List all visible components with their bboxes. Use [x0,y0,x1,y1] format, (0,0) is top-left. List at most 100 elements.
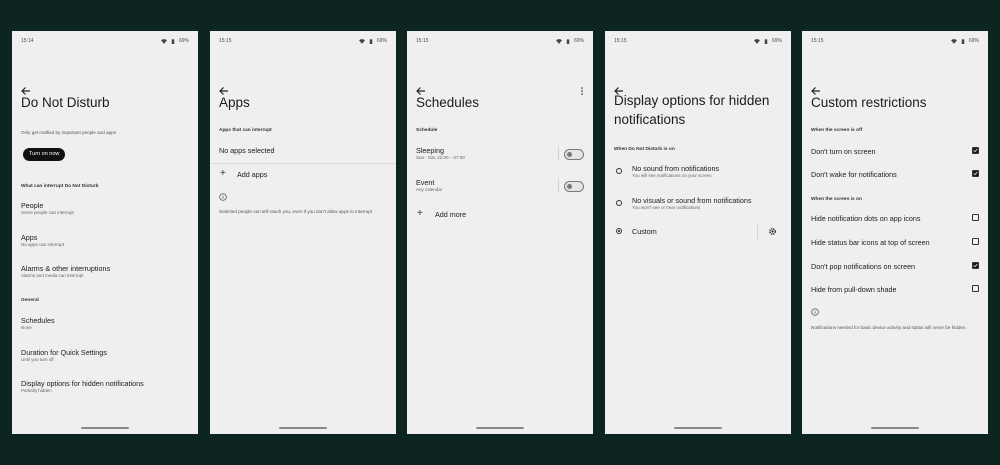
restriction-dont-pop[interactable]: Don't pop notifications on screen [811,262,979,271]
option-subtitle: You will see notifications on your scree… [632,173,712,178]
divider [210,163,396,164]
status-bar: 15:14 69% [21,38,189,46]
checkbox-dont-turn-on-screen[interactable] [972,147,979,154]
wifi-icon [160,38,167,44]
plus-icon: + [417,208,423,219]
restriction-label: Don't turn on screen [811,147,876,156]
restriction-label: Hide status bar icons at top of screen [811,238,930,247]
battery-percent: 69% [771,38,782,44]
restriction-label: Hide from pull-down shade [811,285,897,294]
setting-subtitle: No apps can interrupt [21,242,65,247]
screen-custom-restrictions: 15:15 69% Custom restrictions When the s… [802,31,988,434]
sleeping-toggle[interactable] [564,149,584,160]
section-header-interrupt: What can interrupt Do Not Disturb [21,184,99,189]
setting-title: Display options for hidden notifications [21,379,144,388]
divider [757,225,758,239]
option-title: No sound from notifications [632,164,720,173]
setting-duration[interactable]: Duration for Quick Settings Until you tu… [21,348,189,363]
restriction-hide-shade[interactable]: Hide from pull-down shade [811,285,979,294]
screen-schedules: 15:15 69% Schedules Schedule Sleeping Su… [407,31,593,434]
setting-title: People [21,201,44,210]
battery-icon [764,38,768,44]
battery-percent: 69% [376,38,387,44]
battery-icon [171,38,175,44]
gear-icon[interactable] [768,227,777,236]
battery-percent: 69% [178,38,189,44]
section-header-screen-on: When the screen is on [811,197,862,202]
option-no-visuals[interactable]: No visuals or sound from notifications Y… [632,196,782,211]
section-header-general: General [21,298,39,303]
option-title: No visuals or sound from notifications [632,196,752,205]
turn-on-now-button[interactable]: Turn on now [23,148,66,161]
page-title: Custom restrictions [811,95,927,110]
setting-alarms[interactable]: Alarms & other interruptions Alarms and … [21,264,189,279]
status-time: 15:15 [614,38,627,44]
option-custom[interactable]: Custom [632,227,782,236]
checkbox-hide-shade[interactable] [972,285,979,292]
restriction-label: Hide notification dots on app icons [811,214,921,223]
no-apps-selected: No apps selected [219,146,387,155]
setting-schedules[interactable]: Schedules None [21,316,189,331]
restriction-dont-wake[interactable]: Don't wake for notifications [811,170,979,179]
add-apps-label: Add apps [237,170,268,179]
restriction-label: Don't wake for notifications [811,170,897,179]
status-time: 15:15 [811,38,824,44]
setting-display-options[interactable]: Display options for hidden notifications… [21,379,189,394]
divider [558,147,559,161]
restriction-dont-turn-on-screen[interactable]: Don't turn on screen [811,147,979,156]
gesture-nav-bar[interactable] [476,427,524,429]
wifi-icon [358,38,365,44]
page-subtitle: Only get notified by important people an… [21,130,116,135]
battery-icon [961,38,965,44]
wifi-icon [555,38,562,44]
page-title: Display options for hidden notifications [614,93,770,127]
radio-no-visuals[interactable] [616,200,622,206]
checkbox-dont-pop[interactable] [972,262,979,269]
battery-percent: 69% [573,38,584,44]
gesture-nav-bar[interactable] [81,427,129,429]
divider [558,179,559,193]
radio-no-sound[interactable] [616,168,622,174]
section-header: Apps that can interrupt [219,128,272,133]
setting-subtitle: Until you turn off [21,357,54,362]
screen-do-not-disturb: 15:14 69% Do Not Disturb Only get notifi… [12,31,198,434]
wifi-icon [950,38,957,44]
wifi-icon [753,38,760,44]
info-note: Selected people can still reach you, eve… [219,209,373,214]
status-bar: 15:15 69% [811,38,979,46]
status-time: 15:15 [416,38,429,44]
add-more-label: Add more [435,210,467,219]
page-title: Apps [219,95,250,110]
section-header: Schedule [416,128,438,133]
event-toggle[interactable] [564,181,584,192]
battery-icon [369,38,373,44]
info-icon [811,308,819,316]
restriction-hide-dots[interactable]: Hide notification dots on app icons [811,214,979,223]
option-title: Custom [632,227,657,236]
checkbox-hide-dots[interactable] [972,214,979,221]
option-no-sound[interactable]: No sound from notifications You will see… [632,164,782,179]
gesture-nav-bar[interactable] [871,427,919,429]
status-time: 15:15 [219,38,232,44]
battery-percent: 69% [968,38,979,44]
setting-subtitle: Alarms and media can interrupt [21,273,84,278]
no-apps-label: No apps selected [219,146,275,155]
info-note: Notifications needed for basic device ac… [811,325,967,330]
gesture-nav-bar[interactable] [279,427,327,429]
setting-people[interactable]: People Some people can interrupt [21,201,189,216]
add-more-button[interactable]: Add more [435,210,584,219]
restriction-hide-status-icons[interactable]: Hide status bar icons at top of screen [811,238,979,247]
page-title: Schedules [416,95,480,110]
checkbox-dont-wake[interactable] [972,170,979,177]
section-header: When Do Not Disturb is on [614,147,675,152]
setting-apps[interactable]: Apps No apps can interrupt [21,233,189,248]
status-bar: 15:15 69% [614,38,782,46]
gesture-nav-bar[interactable] [674,427,722,429]
checkbox-hide-status-icons[interactable] [972,238,979,245]
setting-subtitle: None [21,325,32,330]
setting-subtitle: Partially hidden [21,388,52,393]
setting-subtitle: Some people can interrupt [21,210,74,215]
add-apps-button[interactable]: Add apps [237,170,387,179]
setting-title: Alarms & other interruptions [21,264,111,273]
radio-custom[interactable] [616,228,622,234]
